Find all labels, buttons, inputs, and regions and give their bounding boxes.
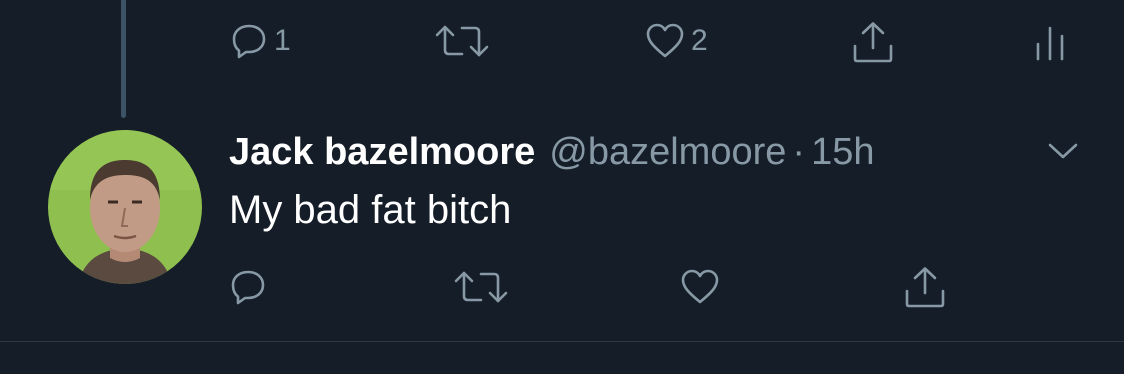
tweet-like-button[interactable] — [680, 268, 720, 306]
tweet-share-button[interactable] — [903, 265, 947, 309]
tweet-retweet-button[interactable] — [453, 268, 509, 306]
tweet-divider — [0, 341, 1124, 342]
profile-photo — [48, 130, 202, 284]
share-icon — [905, 267, 945, 308]
reply-button[interactable]: 1 — [230, 22, 291, 60]
share-icon — [853, 22, 893, 63]
tweet-menu-button[interactable] — [1046, 139, 1080, 168]
reply-count: 1 — [274, 24, 291, 57]
reply-icon — [231, 270, 265, 305]
retweet-button[interactable] — [434, 22, 490, 60]
tweet-header: Jack bazelmoore @bazelmoore · 15h — [229, 128, 874, 176]
tweet-timestamp[interactable]: 15h — [811, 131, 874, 174]
heart-icon — [681, 269, 719, 304]
retweet-icon — [435, 25, 489, 57]
tweet-text: My bad fat bitch — [229, 188, 512, 232]
avatar[interactable] — [48, 130, 202, 284]
thread-connector-line — [121, 0, 126, 118]
like-button[interactable]: 2 — [645, 22, 708, 60]
reply-icon — [232, 24, 266, 59]
tweet-reply-button[interactable] — [229, 268, 267, 306]
chevron-down-icon — [1048, 143, 1078, 159]
analytics-icon — [1036, 26, 1064, 61]
user-handle[interactable]: @bazelmoore — [549, 131, 786, 174]
analytics-button[interactable] — [1034, 24, 1066, 62]
heart-icon — [646, 23, 684, 58]
separator-dot: · — [792, 130, 806, 173]
like-count: 2 — [691, 24, 708, 57]
share-button[interactable] — [851, 20, 895, 64]
display-name[interactable]: Jack bazelmoore — [229, 131, 535, 174]
retweet-icon — [454, 271, 508, 303]
